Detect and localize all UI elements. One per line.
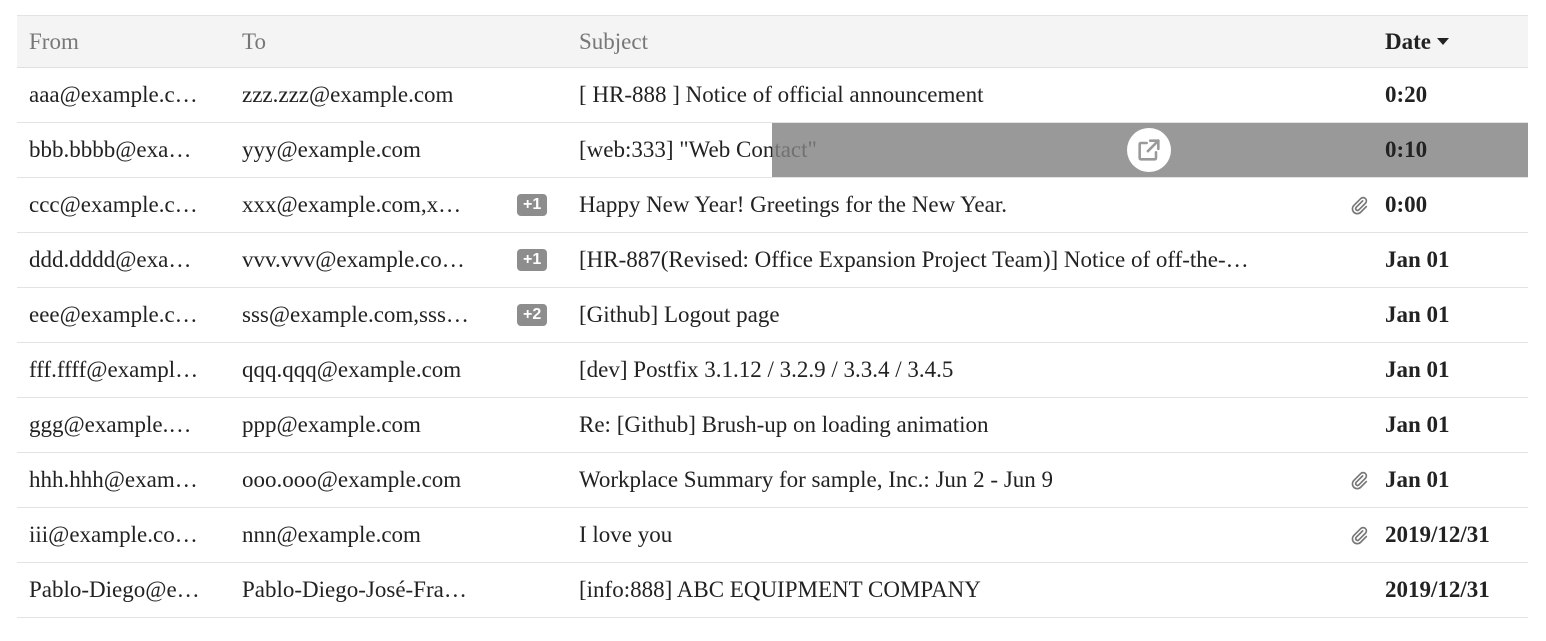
sender: aaa@example.c… bbox=[29, 82, 198, 107]
recipient: qqq.qqq@example.com bbox=[242, 357, 462, 382]
extra-recipients: +1 bbox=[517, 233, 557, 287]
column-header-date-label: Date bbox=[1385, 28, 1431, 54]
message-row[interactable]: iii@example.co… nnn@example.com I love you… bbox=[17, 508, 1528, 563]
message-row[interactable]: fff.ffff@exampl… qqq.qqq@example.com [dev]… bbox=[17, 343, 1528, 398]
subject: [HR-887(Revised: Office Expansion Projec… bbox=[579, 247, 1249, 272]
sender: bbb.bbbb@exa… bbox=[29, 137, 192, 162]
recipient-count-badge: +1 bbox=[517, 249, 548, 271]
message-row[interactable]: ddd.dddd@exa… vvv.vvv@example.co… +1 [HR-88… bbox=[17, 233, 1528, 288]
caret-down-icon bbox=[1436, 38, 1449, 45]
subject: Happy New Year! Greetings for the New Ye… bbox=[579, 192, 1007, 217]
recipient: vvv.vvv@example.co… bbox=[242, 247, 465, 272]
date: Jan 01 bbox=[1385, 357, 1450, 382]
sender: eee@example.c… bbox=[29, 302, 198, 327]
sender: hhh.hhh@exam… bbox=[29, 467, 198, 492]
subject: [dev] Postfix 3.1.12 / 3.2.9 / 3.3.4 / 3… bbox=[579, 357, 954, 382]
message-row[interactable]: ggg@example.… ppp@example.com Re: [Github]… bbox=[17, 398, 1528, 453]
recipient: yyy@example.com bbox=[242, 137, 421, 162]
list-header: From To Subject Date bbox=[17, 15, 1528, 68]
sender: ccc@example.c… bbox=[29, 192, 198, 217]
column-header-subject[interactable]: Subject bbox=[579, 16, 1314, 67]
extra-recipients: +1 bbox=[517, 178, 557, 232]
sender: iii@example.co… bbox=[29, 522, 198, 547]
date: 0:00 bbox=[1385, 192, 1428, 217]
recipient-count-badge: +1 bbox=[517, 194, 548, 216]
subject: I love you bbox=[579, 522, 673, 547]
sender: fff.ffff@exampl… bbox=[29, 357, 199, 382]
subject: Re: [Github] Brush-up on loading animati… bbox=[579, 412, 989, 437]
paperclip-icon bbox=[1344, 453, 1374, 507]
subject: [info:888] ABC EQUIPMENT COMPANY bbox=[579, 577, 981, 602]
message-list: From To Subject Date aaa@example.c… zzz.z… bbox=[17, 15, 1528, 618]
paperclip-icon bbox=[1344, 178, 1374, 232]
message-row[interactable]: eee@example.c… sss@example.com,sss… +2 [Git… bbox=[17, 288, 1528, 343]
sender: Pablo-Diego@e… bbox=[29, 577, 200, 602]
extra-recipients: +2 bbox=[517, 288, 557, 342]
date: 0:10 bbox=[1385, 137, 1428, 162]
column-header-to[interactable]: To bbox=[242, 16, 487, 67]
date: 0:20 bbox=[1385, 82, 1428, 107]
subject: [Github] Logout page bbox=[579, 302, 780, 327]
recipient: xxx@example.com,x… bbox=[242, 192, 462, 217]
sender: ggg@example.… bbox=[29, 412, 192, 437]
recipient: nnn@example.com bbox=[242, 522, 421, 547]
recipient: ooo.ooo@example.com bbox=[242, 467, 462, 492]
date: Jan 01 bbox=[1385, 247, 1450, 272]
message-row[interactable]: hhh.hhh@exam… ooo.ooo@example.com Workplac… bbox=[17, 453, 1528, 508]
column-header-from-label: From bbox=[29, 28, 79, 54]
recipient: Pablo-Diego-José-Fra… bbox=[242, 577, 467, 602]
date: Jan 01 bbox=[1385, 412, 1450, 437]
message-row[interactable]: ccc@example.c… xxx@example.com,x… +1 Happy … bbox=[17, 178, 1528, 233]
date: Jan 01 bbox=[1385, 302, 1450, 327]
sender: ddd.dddd@exa… bbox=[29, 247, 192, 272]
column-header-from[interactable]: From bbox=[29, 16, 215, 67]
open-in-new-icon[interactable] bbox=[1127, 128, 1171, 172]
message-row[interactable]: bbb.bbbb@exa… yyy@example.com [web:333] "W… bbox=[17, 123, 1528, 178]
recipient: ppp@example.com bbox=[242, 412, 421, 437]
subject: Workplace Summary for sample, Inc.: Jun … bbox=[579, 467, 1054, 492]
recipient: zzz.zzz@example.com bbox=[242, 82, 454, 107]
message-row[interactable]: Pablo-Diego@e… Pablo-Diego-José-Fra… [info… bbox=[17, 563, 1528, 618]
recipient: sss@example.com,sss… bbox=[242, 302, 469, 327]
date: Jan 01 bbox=[1385, 467, 1450, 492]
date: 2019/12/31 bbox=[1385, 577, 1490, 602]
column-header-subject-label: Subject bbox=[579, 28, 648, 54]
recipient-count-badge: +2 bbox=[517, 304, 548, 326]
message-row[interactable]: aaa@example.c… zzz.zzz@example.com [ HR-88… bbox=[17, 68, 1528, 123]
paperclip-icon bbox=[1344, 508, 1374, 562]
subject: [ HR-888 ] Notice of official announceme… bbox=[579, 82, 984, 107]
date: 2019/12/31 bbox=[1385, 522, 1490, 547]
column-header-date[interactable]: Date bbox=[1385, 16, 1525, 67]
column-header-to-label: To bbox=[242, 28, 266, 54]
